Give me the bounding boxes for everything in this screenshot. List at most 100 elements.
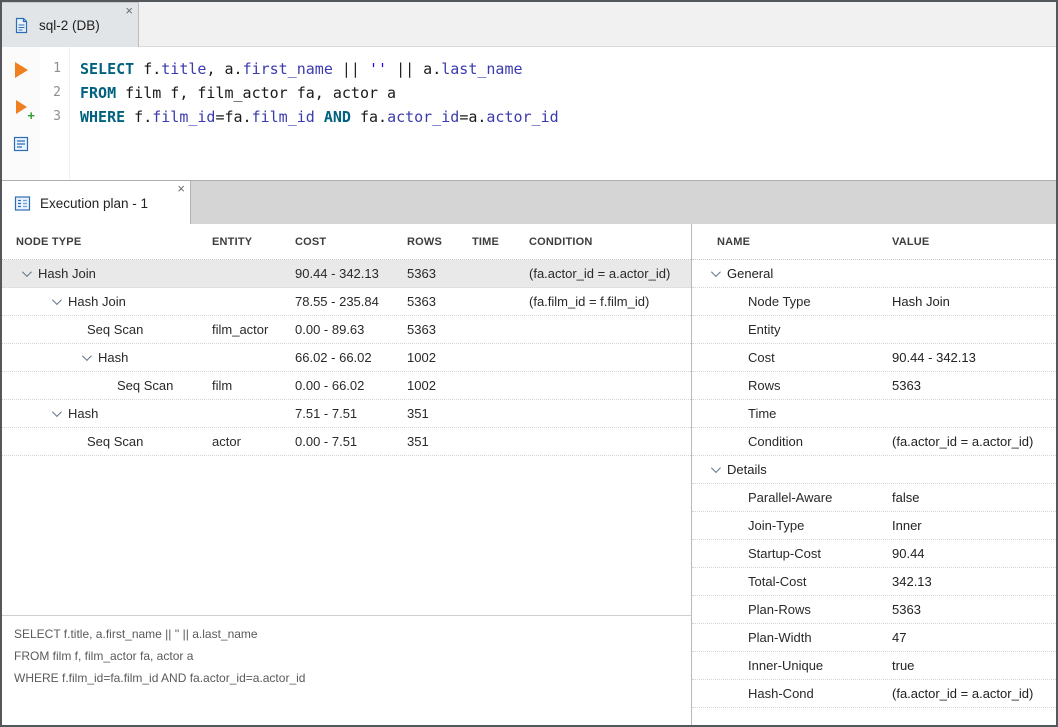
editor-tab-title: sql-2 (DB) <box>39 18 100 33</box>
sql-token: =fa. <box>215 108 251 126</box>
plan-row-hash-join-1[interactable]: Hash Join 90.44 - 342.13 5363 (fa.actor_… <box>2 260 691 288</box>
prop-name: Plan-Width <box>748 630 812 645</box>
prop-group-general[interactable]: General <box>692 260 1056 288</box>
sql-token: || <box>342 60 360 78</box>
prop-name: Total-Cost <box>748 574 807 589</box>
chevron-down-icon[interactable] <box>20 269 30 279</box>
cost-cell: 0.00 - 7.51 <box>295 434 407 449</box>
prop-row-node-type[interactable]: Node Type Hash Join <box>692 288 1056 316</box>
sql-token: film_id <box>252 108 315 126</box>
chevron-down-icon[interactable] <box>80 353 90 363</box>
prop-name: Time <box>748 406 776 421</box>
plan-row-seq-scan-actor[interactable]: Seq Scan actor 0.00 - 7.51 351 <box>2 428 691 456</box>
sql-token: film_id <box>152 108 215 126</box>
sql-token: first_name <box>243 60 333 78</box>
chevron-down-icon[interactable] <box>50 409 60 419</box>
prop-row-time[interactable]: Time <box>692 400 1056 428</box>
execution-plan-tab[interactable]: Execution plan - 1 × <box>2 181 191 225</box>
chevron-down-icon[interactable] <box>709 465 719 475</box>
prop-row-join-type[interactable]: Join-Type Inner <box>692 512 1056 540</box>
execution-plan-tab-close-icon[interactable]: × <box>177 182 185 195</box>
execution-plan-panel: NODE TYPE ENTITY COST ROWS TIME CONDITIO… <box>2 224 1056 725</box>
column-header-entity[interactable]: ENTITY <box>212 236 295 248</box>
prop-value: 90.44 - 342.13 <box>892 350 1056 365</box>
column-header-condition[interactable]: CONDITION <box>529 236 691 248</box>
sql-line-1[interactable]: SELECT f.title, a.first_name || '' || a.… <box>80 57 1056 81</box>
plan-tab-strip: Execution plan - 1 × <box>2 180 1056 224</box>
column-header-cost[interactable]: COST <box>295 236 407 248</box>
cost-cell: 90.44 - 342.13 <box>295 266 407 281</box>
prop-name: Join-Type <box>748 518 804 533</box>
sql-code-area[interactable]: SELECT f.title, a.first_name || '' || a.… <box>70 47 1056 180</box>
column-header-value[interactable]: VALUE <box>892 236 929 248</box>
prop-row-entity[interactable]: Entity <box>692 316 1056 344</box>
prop-value: false <box>892 490 1056 505</box>
plan-query-summary: SELECT f.title, a.first_name || '' || a.… <box>2 615 691 696</box>
prop-row-cost[interactable]: Cost 90.44 - 342.13 <box>692 344 1056 372</box>
editor-tab-close-icon[interactable]: × <box>125 4 133 17</box>
plan-row-seq-scan-film-actor[interactable]: Seq Scan film_actor 0.00 - 89.63 5363 <box>2 316 691 344</box>
prop-value: (fa.actor_id = a.actor_id) <box>892 434 1056 449</box>
rows-cell: 351 <box>407 406 472 421</box>
prop-group-details[interactable]: Details <box>692 456 1056 484</box>
sql-line-2[interactable]: FROM film f, film_actor fa, actor a <box>80 81 1056 105</box>
prop-row-inner-unique[interactable]: Inner-Unique true <box>692 652 1056 680</box>
chevron-down-icon[interactable] <box>709 269 719 279</box>
execute-new-tab-button[interactable]: + <box>10 97 32 117</box>
condition-cell: (fa.actor_id = a.actor_id) <box>529 266 691 281</box>
line-number: 1 <box>40 57 61 81</box>
line-number: 3 <box>40 105 61 129</box>
column-header-name[interactable]: NAME <box>692 236 892 248</box>
sql-token: title <box>161 60 206 78</box>
rows-cell: 351 <box>407 434 472 449</box>
prop-row-total-cost[interactable]: Total-Cost 342.13 <box>692 568 1056 596</box>
sql-line-3[interactable]: WHERE f.film_id=fa.film_id AND fa.actor_… <box>80 105 1056 129</box>
sql-token: || <box>396 60 414 78</box>
prop-row-condition[interactable]: Condition (fa.actor_id = a.actor_id) <box>692 428 1056 456</box>
node-type-cell: Seq Scan <box>87 434 143 449</box>
sql-token: AND <box>324 108 351 126</box>
prop-row-plan-width[interactable]: Plan-Width 47 <box>692 624 1056 652</box>
sql-token <box>387 60 396 78</box>
prop-name: Condition <box>748 434 803 449</box>
prop-value: 5363 <box>892 602 1056 617</box>
chevron-down-icon[interactable] <box>50 297 60 307</box>
line-number: 2 <box>40 81 61 105</box>
sql-token: f. <box>134 60 161 78</box>
plan-row-seq-scan-film[interactable]: Seq Scan film 0.00 - 66.02 1002 <box>2 372 691 400</box>
execute-statement-button[interactable] <box>10 60 32 80</box>
column-header-node-type[interactable]: NODE TYPE <box>16 236 212 248</box>
plan-row-hash-join-2[interactable]: Hash Join 78.55 - 235.84 5363 (fa.film_i… <box>2 288 691 316</box>
prop-group-label: General <box>727 266 773 281</box>
prop-row-rows[interactable]: Rows 5363 <box>692 372 1056 400</box>
play-icon <box>15 62 28 78</box>
prop-row-parallel-aware[interactable]: Parallel-Aware false <box>692 484 1056 512</box>
plan-table-header: NODE TYPE ENTITY COST ROWS TIME CONDITIO… <box>2 224 691 260</box>
entity-cell: film_actor <box>212 322 295 337</box>
prop-row-hash-cond[interactable]: Hash-Cond (fa.actor_id = a.actor_id) <box>692 680 1056 708</box>
cost-cell: 0.00 - 66.02 <box>295 378 407 393</box>
editor-tab-sql-2[interactable]: sql-2 (DB) × <box>2 2 139 47</box>
sql-editor: + 1 2 3 SELECT f.title, a.first_name || … <box>2 47 1056 180</box>
prop-name: Plan-Rows <box>748 602 811 617</box>
prop-value: Hash Join <box>892 294 1056 309</box>
column-header-time[interactable]: TIME <box>472 236 529 248</box>
editor-toolbar: + <box>2 47 40 180</box>
prop-group-label: Details <box>727 462 767 477</box>
prop-name: Node Type <box>748 294 811 309</box>
prop-row-startup-cost[interactable]: Startup-Cost 90.44 <box>692 540 1056 568</box>
plan-row-hash-1[interactable]: Hash 66.02 - 66.02 1002 <box>2 344 691 372</box>
editor-tab-strip: sql-2 (DB) × <box>2 2 1056 47</box>
play-new-tab-icon <box>16 100 27 114</box>
rows-cell: 1002 <box>407 378 472 393</box>
sql-token: , a. <box>206 60 242 78</box>
column-header-rows[interactable]: ROWS <box>407 236 472 248</box>
explain-plan-button[interactable] <box>10 134 32 154</box>
prop-row-plan-rows[interactable]: Plan-Rows 5363 <box>692 596 1056 624</box>
summary-line: SELECT f.title, a.first_name || '' || a.… <box>14 623 679 645</box>
sql-token <box>360 60 369 78</box>
summary-line: WHERE f.film_id=fa.film_id AND fa.actor_… <box>14 667 679 689</box>
sql-token: actor_id <box>486 108 558 126</box>
sql-token: last_name <box>441 60 522 78</box>
plan-row-hash-2[interactable]: Hash 7.51 - 7.51 351 <box>2 400 691 428</box>
